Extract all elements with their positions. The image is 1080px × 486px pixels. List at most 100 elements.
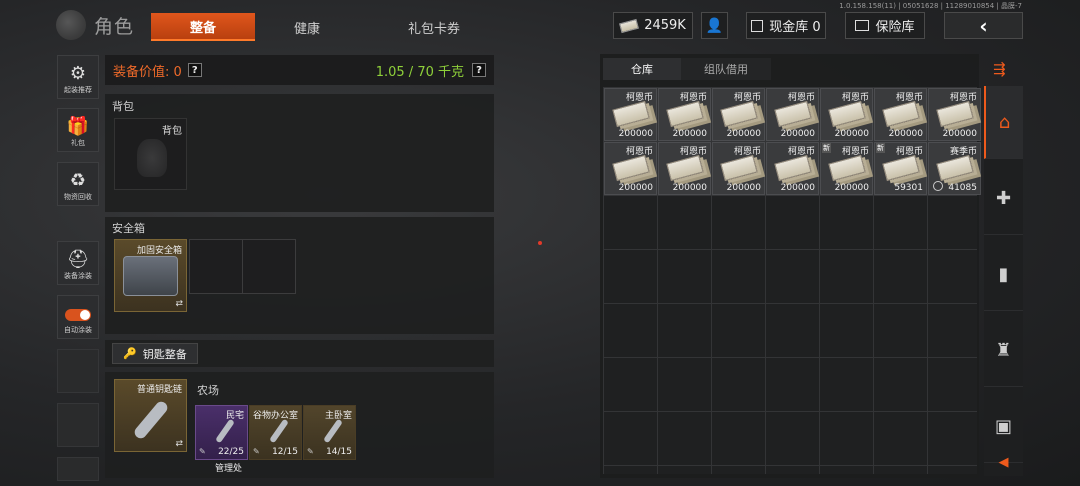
rail-recycle[interactable]: ♻ 物资回收 <box>57 162 99 206</box>
item-name: 柯恩币 <box>733 93 761 103</box>
tab-warehouse[interactable]: 仓库 <box>603 58 681 80</box>
case-empty-cell[interactable] <box>242 239 296 294</box>
page-title-text: 角色 <box>94 15 135 38</box>
back-button[interactable]: ‹ <box>944 12 1023 39</box>
warehouse-item[interactable]: 柯恩币 200000 <box>712 88 765 141</box>
key-marker-icon: ✎ <box>307 447 314 456</box>
warehouse-item[interactable]: 柯恩币 200000 <box>658 142 711 195</box>
warehouse-item[interactable]: 柯恩币 200000 <box>604 88 657 141</box>
key-count: 14/15 <box>326 447 352 457</box>
banknote-icon <box>882 100 920 128</box>
warehouse-item[interactable]: 柯恩币 200000 <box>874 88 927 141</box>
backpack-slot[interactable]: 背包 <box>114 118 187 190</box>
tab-health[interactable]: 健康 <box>255 13 359 41</box>
rail-empty-slot <box>57 403 99 447</box>
rail-auto-skin[interactable]: 自动涂装 <box>57 295 99 339</box>
warehouse-item[interactable]: 新柯恩币 59301 <box>874 142 927 195</box>
rail-loadout-recommend[interactable]: ⚙ 起装推荐 <box>57 55 99 99</box>
swap-icon: ⇄ <box>175 299 183 309</box>
main-tabs: 整备 健康 礼包卡券 <box>151 13 509 41</box>
key-icon <box>269 418 289 444</box>
key-slot[interactable]: 主卧室 ✎ 14/15 <box>303 405 356 460</box>
home-icon[interactable]: ⌂ <box>984 86 1023 159</box>
key-count: 22/25 <box>218 447 244 457</box>
swap-icon: ⇄ <box>175 439 183 449</box>
item-count: 200000 <box>834 183 869 193</box>
banknote-icon <box>828 154 866 182</box>
key-slot[interactable]: 管理处 <box>195 460 248 478</box>
rail-label: 物资回收 <box>64 193 92 201</box>
medkit-icon[interactable]: ✚ <box>984 162 1023 235</box>
equipment-value-bar: 装备价值: 0 ? 1.05 / 70 千克 ? <box>105 55 494 85</box>
tab-gifts[interactable]: 礼包卡券 <box>359 13 509 41</box>
ammo-icon[interactable]: ▮ <box>984 238 1023 311</box>
rail-label: 自动涂装 <box>64 326 92 334</box>
item-name: 柯恩币 <box>625 93 653 103</box>
case-icon <box>123 256 178 296</box>
key-icon <box>215 418 235 444</box>
item-count: 200000 <box>942 129 977 139</box>
key-count: 12/15 <box>272 447 298 457</box>
warehouse-item[interactable]: 柯恩币 200000 <box>820 88 873 141</box>
warehouse-item[interactable]: 新柯恩币 200000 <box>820 142 873 195</box>
key-marker-icon: ✎ <box>199 447 206 456</box>
rail-gift[interactable]: 🎁 礼包 <box>57 108 99 152</box>
key-slot[interactable]: 谷物办公室 ✎ 12/15 <box>249 405 302 460</box>
cash-vault-button[interactable]: 现金库 0 <box>746 12 826 39</box>
key-loadout-button[interactable]: 🔑 钥匙整备 <box>112 343 198 364</box>
item-name: 柯恩币 <box>787 93 815 103</box>
equipment-value: 装备价值: 0 <box>113 64 182 80</box>
season-coin-icon <box>933 181 943 191</box>
safe-vault-button[interactable]: 保险库 <box>845 12 925 39</box>
item-count: 200000 <box>834 129 869 139</box>
banknote-icon <box>612 154 650 182</box>
warehouse-item[interactable]: 柯恩币 200000 <box>604 142 657 195</box>
banknote-icon <box>612 100 650 128</box>
filter-icon[interactable]: ⇶ <box>993 60 1006 78</box>
warehouse-grid[interactable]: 柯恩币 200000 柯恩币 200000 柯恩币 200000 柯恩币 200000 柯恩币 2… <box>603 87 981 474</box>
armor-icon[interactable]: ♜ <box>984 314 1023 387</box>
item-name: 柯恩币 <box>841 93 869 103</box>
rail-empty-slot <box>57 349 99 393</box>
safe-case-slot[interactable]: 加固安全箱 ⇄ <box>114 239 187 312</box>
item-name: 柯恩币 <box>679 147 707 157</box>
banknote-icon <box>720 154 758 182</box>
rail-label: 装备涂装 <box>64 272 92 280</box>
keychain-slot[interactable]: 普通钥匙链 ⇄ <box>114 379 187 452</box>
gift-icon: 🎁 <box>66 116 90 137</box>
case-empty-cell[interactable] <box>189 239 243 294</box>
item-name: 加固安全箱 <box>136 246 182 256</box>
warehouse-item[interactable]: 赛季币 41085 <box>928 142 981 195</box>
help-icon[interactable]: ? <box>472 63 486 77</box>
item-count: 200000 <box>618 129 653 139</box>
cursor-dot <box>538 241 542 245</box>
tab-loadout[interactable]: 整备 <box>151 13 255 41</box>
new-badge: 新 <box>822 143 831 153</box>
safe-icon <box>855 20 870 31</box>
rail-skin[interactable]: ⛑ 装备涂装 <box>57 241 99 285</box>
key-name: 管理处 <box>215 464 243 474</box>
banknote-icon <box>936 100 974 128</box>
warehouse-item[interactable]: 柯恩币 200000 <box>658 88 711 141</box>
operator-button[interactable]: 👤 <box>701 12 728 39</box>
warehouse-item[interactable]: 柯恩币 200000 <box>766 88 819 141</box>
key-slot[interactable]: 民宅 ✎ 22/25 <box>195 405 248 460</box>
toggle-icon[interactable] <box>65 309 91 321</box>
warehouse-item[interactable]: 柯恩币 200000 <box>712 142 765 195</box>
item-count: 200000 <box>726 129 761 139</box>
warehouse-item[interactable]: 柯恩币 200000 <box>928 88 981 141</box>
item-count: 200000 <box>672 129 707 139</box>
tab-team-borrow[interactable]: 组队借用 <box>681 58 771 80</box>
cash-vault-icon <box>751 19 764 32</box>
key-icon <box>323 418 343 444</box>
help-icon[interactable]: ? <box>187 63 202 77</box>
warehouse-item[interactable]: 柯恩币 200000 <box>766 142 819 195</box>
collapse-arrow-icon[interactable]: ◀ <box>984 448 1023 476</box>
safe-case-section: 安全箱 加固安全箱 ⇄ <box>105 217 494 334</box>
rail-label: 起装推荐 <box>64 86 92 94</box>
helmet-icon: ⛑ <box>66 249 90 270</box>
category-rail: ⌂ ✚ ▮ ♜ ▣ <box>984 86 1023 476</box>
item-name: 柯恩币 <box>841 147 869 157</box>
warehouse-panel: 仓库 组队借用 柯恩币 200000 柯恩币 200000 柯恩币 200000 柯恩币 20… <box>600 54 981 478</box>
money-button[interactable]: 2459K <box>613 12 693 39</box>
